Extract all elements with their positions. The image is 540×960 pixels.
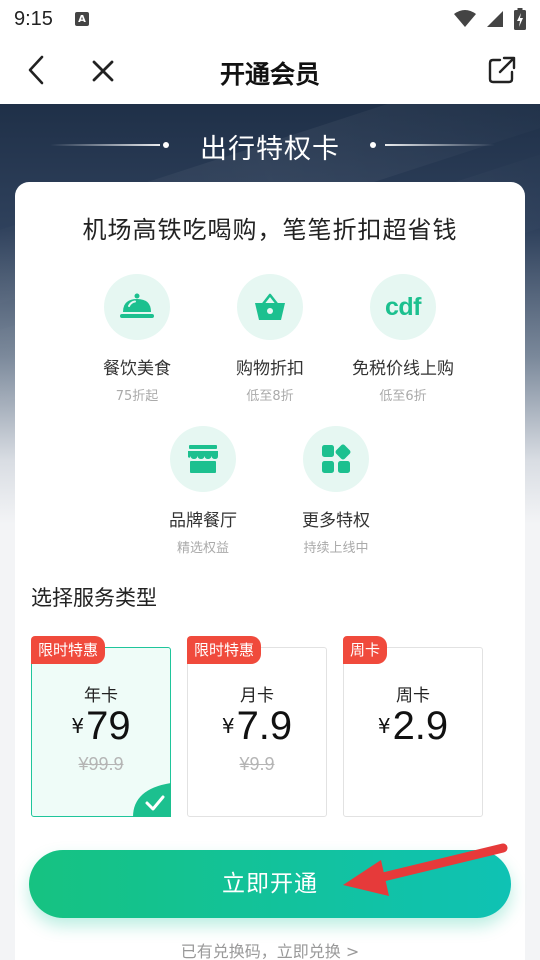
benefit-icon-circle [237, 274, 303, 340]
cdf-logo: cdf [385, 292, 422, 321]
battery-icon [514, 8, 526, 30]
benefit-name: 购物折扣 [236, 359, 304, 379]
storefront-icon [188, 445, 218, 473]
redeem-code-link[interactable]: 已有兑换码，立即兑换 > [15, 938, 525, 960]
benefit-shopping[interactable]: 购物折扣 低至8折 [200, 274, 340, 404]
banner-decor-dot [370, 142, 376, 148]
plan-currency: ¥ [71, 714, 85, 738]
plan-price-value: 2.9 [392, 704, 449, 748]
signal-icon [487, 11, 503, 27]
benefit-sub: 75折起 [115, 389, 159, 404]
plan-original-price: ¥99.9 [78, 754, 124, 774]
benefit-icon-circle: cdf [370, 274, 436, 340]
plan-currency: ¥ [221, 714, 235, 738]
plan-name: 月卡 [240, 686, 274, 706]
shopping-basket-icon [255, 293, 285, 320]
wifi-icon [454, 10, 476, 27]
benefit-sub: 精选权益 [176, 541, 229, 556]
nav-bar: 开通会员 [0, 38, 540, 104]
benefit-icon-circle [303, 426, 369, 492]
plan-price-value: 79 [86, 704, 131, 748]
page-title: 开通会员 [219, 60, 320, 89]
section-title: 选择服务类型 [31, 586, 157, 610]
plan-price: ¥2.9 [344, 704, 482, 749]
plan-currency: ¥ [377, 714, 391, 738]
benefit-duty-free[interactable]: cdf 免税价线上购 低至6折 [333, 274, 473, 404]
plan-weekly[interactable]: 周卡 周卡 ¥2.9 [343, 636, 483, 817]
plan-price-value: 7.9 [236, 704, 293, 748]
benefit-name: 免税价线上购 [352, 359, 454, 379]
card-headline: 机场高铁吃喝购，笔笔折扣超省钱 [82, 216, 458, 244]
benefit-name: 餐饮美食 [103, 359, 171, 379]
share-external-icon[interactable] [486, 54, 518, 86]
plan-tag: 周卡 [343, 636, 388, 664]
status-time: 9:15 [14, 7, 53, 30]
benefit-dining[interactable]: 餐饮美食 75折起 [67, 274, 207, 404]
benefit-sub: 低至6折 [379, 389, 427, 404]
plan-name: 年卡 [84, 686, 118, 706]
benefit-brand-restaurant[interactable]: 品牌餐厅 精选权益 [133, 426, 273, 556]
benefit-name: 更多特权 [302, 511, 370, 531]
plan-tag: 限时特惠 [31, 636, 106, 664]
benefit-sub: 低至8折 [246, 389, 294, 404]
plan-price: ¥79 [32, 704, 170, 749]
plan-name: 周卡 [396, 686, 430, 706]
plan-tag: 限时特惠 [187, 636, 262, 664]
benefit-icon-circle [170, 426, 236, 492]
plan-original-price: ¥9.9 [239, 754, 275, 774]
selected-check-icon [133, 783, 171, 817]
plan-price: ¥7.9 [188, 704, 326, 749]
more-apps-icon [322, 444, 351, 473]
dining-cloche-icon [120, 293, 154, 318]
banner-decor-line-right [385, 144, 495, 146]
red-arrow-annotation-icon [343, 843, 508, 896]
plan-monthly[interactable]: 限时特惠 月卡 ¥7.9 ¥9.9 [187, 636, 327, 817]
benefit-sub: 持续上线中 [303, 541, 369, 556]
plan-annual[interactable]: 限时特惠 年卡 ¥79 ¥99.9 [31, 636, 171, 817]
status-bar: 9:15 A [0, 0, 540, 38]
benefit-more[interactable]: 更多特权 持续上线中 [266, 426, 406, 556]
notification-a-icon: A [74, 12, 89, 26]
benefit-icon-circle [104, 274, 170, 340]
banner-title: 出行特权卡 [200, 134, 340, 165]
benefit-name: 品牌餐厅 [169, 511, 237, 531]
